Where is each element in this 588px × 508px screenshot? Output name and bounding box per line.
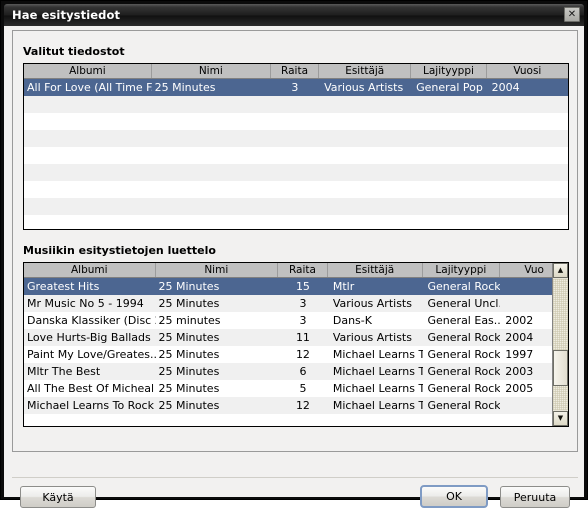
dialog-window: Hae esitystiedot ✕ Valitut tiedostot Alb… <box>0 0 588 508</box>
music-list-cell-lajityyppi: General Rock <box>427 331 501 344</box>
selected-files-empty-row[interactable] <box>24 215 568 229</box>
selected-files-empty-row[interactable] <box>24 130 568 147</box>
close-icon[interactable]: ✕ <box>564 7 580 22</box>
music-list-cell-lajityyppi: General Rock <box>427 280 501 293</box>
selected-files-column-header-vuosi[interactable]: Vuosi <box>487 64 568 78</box>
scrollbar-track[interactable] <box>553 279 568 410</box>
footer-separator <box>12 477 578 478</box>
dialog-client-area: Valitut tiedostot Albumi Nimi Raita Esittäj… <box>4 26 584 508</box>
music-list-label: Musiikin esitystietojen luettelo <box>23 244 216 257</box>
selected-files-empty-row[interactable] <box>24 113 568 130</box>
content-panel: Valitut tiedostot Albumi Nimi Raita Esittäj… <box>12 30 578 452</box>
selected-files-list[interactable]: Albumi Nimi Raita Esittäjä Lajityyppi Vuosi A… <box>23 63 569 230</box>
music-list-cell-raita: 12 <box>295 348 310 361</box>
music-list-cell-albumi: All The Best Of Micheal ... <box>27 382 156 395</box>
music-list-cell-esittaja: Michael Learns T... <box>332 348 423 361</box>
music-list-cell-raita: 5 <box>299 382 307 395</box>
music-list-empty-row[interactable] <box>24 414 568 426</box>
music-list-cell-nimi: 25 Minutes <box>158 280 220 293</box>
music-list-cell-nimi: 25 Minutes <box>158 382 220 395</box>
music-list-column-header-nimi[interactable]: Nimi <box>156 263 279 277</box>
music-list-cell-lajityyppi: General Rock <box>427 399 501 412</box>
music-list-cell-lajityyppi: General Rock <box>427 365 501 378</box>
music-list-column-header-lajityyppi[interactable]: Lajityyppi <box>423 263 501 277</box>
music-list-cell-nimi: 25 minutes <box>158 314 221 327</box>
music-list-cell-lajityyppi: General Uncl... <box>427 297 501 310</box>
music-list-cell-esittaja: Various Artists <box>332 297 412 310</box>
music-list-table-row[interactable]: All The Best Of Micheal ... 25 Minutes 5 Mi… <box>24 380 568 397</box>
selected-files-cell-esittaja: Various Artists <box>324 81 404 94</box>
selected-files-column-header-lajityyppi[interactable]: Lajityyppi <box>411 64 487 78</box>
selected-files-header: Albumi Nimi Raita Esittäjä Lajityyppi Vuosi <box>24 64 568 79</box>
music-list-cell-raita: 15 <box>295 280 310 293</box>
selected-files-table-row[interactable]: All For Love (All Time F... 25 Minutes 3 Va… <box>24 79 568 96</box>
music-list-header: Albumi Nimi Raita Esittäjä Lajityyppi Vuo <box>24 263 568 278</box>
music-list-cell-albumi: Mltr The Best <box>27 365 101 378</box>
music-list-table-row[interactable]: Paint My Love/Greates... 25 Minutes 12 Mich… <box>24 346 568 363</box>
music-list-cell-esittaja: Mtlr <box>332 280 355 293</box>
music-list-cell-esittaja: Michael Learns T... <box>332 365 423 378</box>
selected-files-empty-row[interactable] <box>24 96 568 113</box>
music-list-cell-raita: 12 <box>295 399 310 412</box>
selected-files-rows: All For Love (All Time F... 25 Minutes 3 Va… <box>24 79 568 229</box>
selected-files-label: Valitut tiedostot <box>23 45 125 58</box>
selected-files-cell-nimi: 25 Minutes <box>154 81 216 94</box>
music-list-cell-nimi: 25 Minutes <box>158 331 220 344</box>
music-list-cell-esittaja: Michael Learns T... <box>332 399 423 412</box>
music-list-table-row[interactable]: Greatest Hits 25 Minutes 15 Mtlr General Roc… <box>24 278 568 295</box>
scroll-up-arrow-icon[interactable]: ▲ <box>553 263 568 278</box>
music-list-cell-albumi: Love Hurts-Big Ballads <box>27 331 151 344</box>
music-list-cell-esittaja: Michael Learns T... <box>332 382 423 395</box>
music-list-column-header-esittaja[interactable]: Esittäjä <box>328 263 423 277</box>
selected-files-cell-raita: 3 <box>291 81 299 94</box>
music-list-rows: Greatest Hits 25 Minutes 15 Mtlr General Roc… <box>24 278 568 426</box>
ok-button[interactable]: OK <box>420 485 488 508</box>
music-list-cell-albumi: Danska Klassiker (Disc 2) <box>27 314 156 327</box>
selected-files-cell-albumi: All For Love (All Time F... <box>27 81 152 94</box>
title-bar: Hae esitystiedot ✕ <box>4 4 584 26</box>
music-list-cell-albumi: Greatest Hits <box>27 280 100 293</box>
window-title: Hae esitystiedot <box>12 8 121 22</box>
selected-files-column-header-raita[interactable]: Raita <box>271 64 320 78</box>
music-list-cell-albumi: Mr Music No 5 - 1994 <box>27 297 144 310</box>
music-list-cell-nimi: 25 Minutes <box>158 399 220 412</box>
music-list-cell-raita: 11 <box>295 331 310 344</box>
music-list-cell-lajityyppi: General Rock <box>427 382 501 395</box>
music-list-table-row[interactable]: Danska Klassiker (Disc 2) 25 minutes 3 Dans… <box>24 312 568 329</box>
music-list-cell-albumi: Michael Learns To Rock <box>27 399 154 412</box>
music-list-cell-raita: 6 <box>299 365 307 378</box>
cancel-button[interactable]: Peruuta <box>500 486 570 508</box>
selected-files-column-header-esittaja[interactable]: Esittäjä <box>319 64 412 78</box>
music-list-cell-esittaja: Various Artists <box>332 331 412 344</box>
music-list-scrollbar[interactable]: ▲ ▼ <box>552 263 568 426</box>
selected-files-empty-row[interactable] <box>24 147 568 164</box>
selected-files-column-header-albumi[interactable]: Albumi <box>24 64 152 78</box>
apply-button[interactable]: Käytä <box>20 486 96 508</box>
music-list-table-row[interactable]: Mltr The Best 25 Minutes 6 Michael Learns T… <box>24 363 568 380</box>
music-list-cell-nimi: 25 Minutes <box>158 297 220 310</box>
selected-files-cell-lajityyppi: General Pop <box>416 81 483 94</box>
music-list-cell-lajityyppi: General Rock <box>427 348 501 361</box>
scroll-down-arrow-icon[interactable]: ▼ <box>553 411 568 426</box>
music-list-cell-albumi: Paint My Love/Greates... <box>27 348 156 361</box>
selected-files-empty-row[interactable] <box>24 181 568 198</box>
selected-files-column-header-nimi[interactable]: Nimi <box>152 64 271 78</box>
music-list-cell-nimi: 25 Minutes <box>158 348 220 361</box>
music-list-cell-lajityyppi: General Eas... <box>427 314 501 327</box>
music-list-column-header-raita[interactable]: Raita <box>278 263 328 277</box>
selected-files-cell-vuosi: 2004 <box>491 81 520 94</box>
music-list[interactable]: Albumi Nimi Raita Esittäjä Lajityyppi Vuo Gre… <box>23 262 569 427</box>
music-list-column-header-albumi[interactable]: Albumi <box>24 263 156 277</box>
music-list-cell-esittaja: Dans-K <box>332 314 372 327</box>
music-list-table-row[interactable]: Love Hurts-Big Ballads 25 Minutes 11 Variou… <box>24 329 568 346</box>
music-list-table-row[interactable]: Michael Learns To Rock 25 Minutes 12 Michae… <box>24 397 568 414</box>
music-list-cell-nimi: 25 Minutes <box>158 365 220 378</box>
scrollbar-thumb[interactable] <box>553 350 568 386</box>
music-list-cell-raita: 3 <box>299 314 307 327</box>
music-list-cell-raita: 3 <box>299 297 307 310</box>
selected-files-empty-row[interactable] <box>24 164 568 181</box>
selected-files-empty-row[interactable] <box>24 198 568 215</box>
music-list-table-row[interactable]: Mr Music No 5 - 1994 25 Minutes 3 Various A… <box>24 295 568 312</box>
